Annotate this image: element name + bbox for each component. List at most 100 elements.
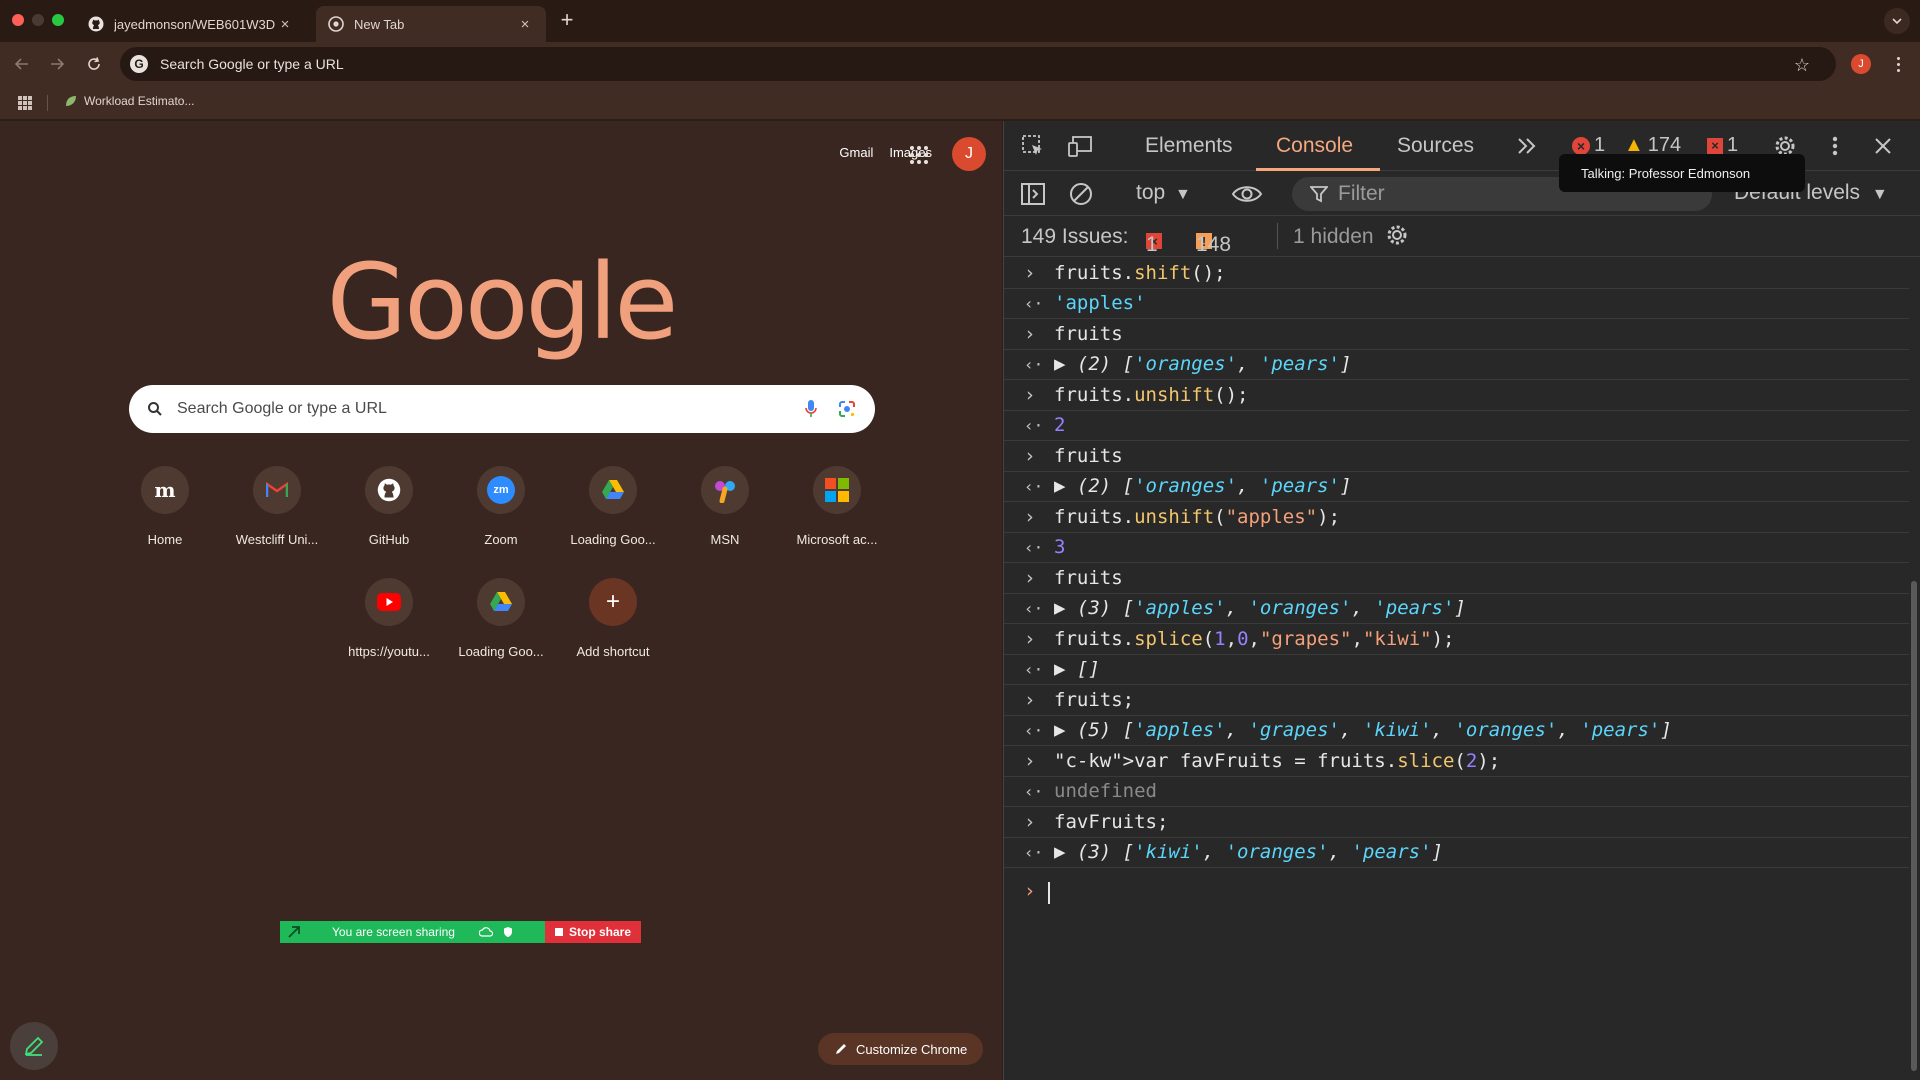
- kebab-menu-icon[interactable]: [1822, 133, 1848, 159]
- customize-chrome-label: Customize Chrome: [856, 1041, 968, 1057]
- tab-title: jayedmonson/WEB601W3D1: [114, 16, 276, 32]
- chrome-menu-button[interactable]: [1890, 52, 1906, 76]
- tab-title: New Tab: [354, 16, 405, 32]
- customize-chrome-button[interactable]: Customize Chrome: [818, 1033, 984, 1065]
- stop-share-button[interactable]: Stop share: [545, 921, 641, 943]
- sidebar-toggle-icon[interactable]: [1020, 181, 1046, 207]
- shortcut-label: https://youtu...: [348, 644, 430, 659]
- profile-avatar[interactable]: J: [1851, 54, 1871, 74]
- tab-elements[interactable]: Elements: [1145, 134, 1233, 158]
- tab-strip: jayedmonson/WEB601W3D1 × New Tab × +: [0, 0, 1920, 42]
- issue-error-icon: ×: [1707, 137, 1723, 154]
- close-devtools-icon[interactable]: [1870, 133, 1896, 159]
- tab-search-button[interactable]: [1884, 8, 1910, 34]
- account-avatar[interactable]: J: [952, 137, 986, 171]
- tab-github[interactable]: jayedmonson/WEB601W3D1 ×: [76, 6, 306, 42]
- console-command: fruits.splice(1,0,"grapes","kiwi");: [1054, 628, 1455, 650]
- console-output[interactable]: › fruits.shift(); ‹· 'apples' › fruits ‹· ▶ (2)…: [1004, 258, 1909, 1080]
- console-prompt[interactable]: ›: [1004, 874, 1909, 914]
- reload-button[interactable]: [82, 52, 106, 76]
- input-prompt-icon: ›: [1024, 384, 1036, 406]
- minimize-window-button[interactable]: [32, 14, 44, 26]
- console-command: "c-kw">var favFruits = fruits.slice(2);: [1054, 750, 1501, 772]
- live-expression-eye-icon[interactable]: [1230, 181, 1264, 207]
- chevron-down-icon: [1892, 18, 1902, 25]
- console-scrollbar[interactable]: [1911, 581, 1917, 1071]
- caret-down-icon: ▼: [1175, 186, 1191, 203]
- console-output-row[interactable]: ‹· ▶ (5) ['apples', 'grapes', 'kiwi', 'or…: [1004, 715, 1909, 746]
- console-output-row[interactable]: ‹· ▶ []: [1004, 654, 1909, 685]
- issues-settings-gear-icon[interactable]: [1385, 223, 1409, 253]
- annotate-button[interactable]: [10, 1022, 58, 1070]
- close-tab-icon[interactable]: ×: [276, 15, 294, 33]
- console-input-row: › favFruits;: [1004, 807, 1909, 838]
- shortcut-microsoft[interactable]: Microsoft ac...: [781, 466, 893, 547]
- shortcut-google-drive-1[interactable]: Loading Goo...: [557, 466, 669, 547]
- text-cursor: [1048, 882, 1050, 904]
- new-tab-button[interactable]: +: [555, 9, 579, 33]
- more-tabs-chevron-icon[interactable]: [1514, 133, 1540, 159]
- shortcut-add[interactable]: + Add shortcut: [557, 578, 669, 659]
- console-output-row: ‹· 2: [1004, 410, 1909, 441]
- back-button[interactable]: [10, 52, 34, 76]
- console-input-row: › fruits;: [1004, 685, 1909, 716]
- new-tab-page: Gmail Images J Google Search Google or t…: [0, 121, 1002, 1080]
- console-command: fruits: [1054, 445, 1123, 467]
- github-icon: [365, 466, 413, 514]
- leaf-icon: [66, 96, 76, 106]
- output-return-icon: ‹·: [1024, 355, 1044, 374]
- console-result: 'apples': [1054, 292, 1146, 314]
- github-icon: [88, 16, 104, 32]
- apps-grid-icon[interactable]: [18, 96, 32, 110]
- tab-new-tab[interactable]: New Tab ×: [316, 6, 546, 42]
- shield-icon: [503, 927, 512, 937]
- microphone-icon[interactable]: [801, 399, 821, 419]
- tab-sources[interactable]: Sources: [1397, 134, 1474, 158]
- tab-console[interactable]: Console: [1276, 134, 1353, 158]
- inspect-element-icon[interactable]: [1020, 133, 1046, 159]
- google-lens-icon[interactable]: [837, 399, 857, 419]
- forward-button[interactable]: [45, 52, 69, 76]
- shortcut-home[interactable]: m Home: [109, 466, 221, 547]
- context-selector[interactable]: top ▼: [1136, 181, 1191, 205]
- clear-console-icon[interactable]: [1068, 181, 1094, 207]
- shortcut-label: Zoom: [484, 532, 518, 547]
- shortcut-westcliff[interactable]: Westcliff Uni...: [221, 466, 333, 547]
- close-tab-icon[interactable]: ×: [516, 15, 534, 33]
- console-output-row[interactable]: ‹· ▶ (3) ['kiwi', 'oranges', 'pears']: [1004, 837, 1909, 868]
- shortcut-zoom[interactable]: zm Zoom: [445, 466, 557, 547]
- gmail-link[interactable]: Gmail: [839, 145, 873, 160]
- console-input-row: › fruits: [1004, 319, 1909, 350]
- drag-handle-icon[interactable]: [288, 926, 300, 938]
- input-prompt-icon: ›: [1024, 445, 1036, 467]
- shortcut-youtube[interactable]: https://youtu...: [333, 578, 445, 659]
- device-toolbar-icon[interactable]: [1068, 133, 1094, 159]
- console-input-row: › fruits.shift();: [1004, 258, 1909, 289]
- speaker-tooltip: Talking: Professor Edmonson: [1559, 154, 1805, 192]
- input-prompt-icon: ›: [1024, 262, 1036, 284]
- shortcut-msn[interactable]: MSN: [669, 466, 781, 547]
- close-window-button[interactable]: [12, 14, 24, 26]
- console-input-row: › fruits.splice(1,0,"grapes","kiwi");: [1004, 624, 1909, 655]
- shortcut-google-drive-2[interactable]: Loading Goo...: [445, 578, 557, 659]
- ntp-search-box[interactable]: Search Google or type a URL: [129, 385, 875, 433]
- bookmark-workload-estimator[interactable]: Workload Estimato...: [64, 94, 194, 108]
- console-output-row: ‹· 'apples': [1004, 288, 1909, 319]
- bookmark-star-icon[interactable]: ☆: [1794, 55, 1810, 76]
- google-apps-icon[interactable]: [910, 146, 928, 164]
- shortcut-github[interactable]: GitHub: [333, 466, 445, 547]
- address-bar[interactable]: G Search Google or type a URL ☆: [120, 47, 1836, 81]
- zoom-window-button[interactable]: [52, 14, 64, 26]
- filter-placeholder: Filter: [1338, 182, 1385, 205]
- console-output-row[interactable]: ‹· ▶ (3) ['apples', 'oranges', 'pears']: [1004, 593, 1909, 624]
- error-icon: ×: [1572, 136, 1590, 155]
- stop-icon: [554, 928, 563, 936]
- address-bar-text: Search Google or type a URL: [160, 56, 344, 72]
- console-output-row[interactable]: ‹· ▶ (2) ['oranges', 'pears']: [1004, 349, 1909, 380]
- arrow-left-icon: [14, 58, 28, 70]
- google-g-icon: G: [130, 55, 148, 73]
- console-output-row[interactable]: ‹· ▶ (2) ['oranges', 'pears']: [1004, 471, 1909, 502]
- shortcut-label: Loading Goo...: [570, 532, 656, 547]
- console-command: fruits.unshift("apples");: [1054, 506, 1341, 528]
- moodle-icon: m: [141, 466, 189, 514]
